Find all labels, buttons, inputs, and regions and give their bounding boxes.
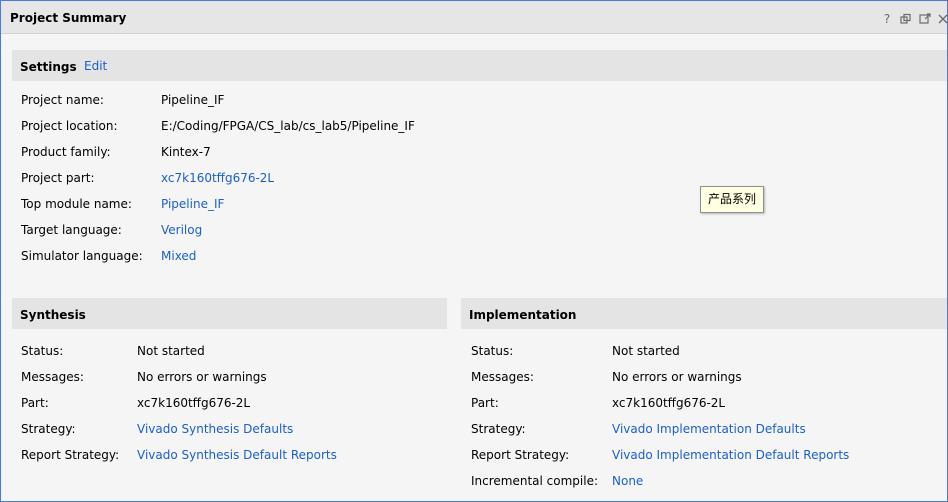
- settings-heading: Settings: [20, 60, 77, 74]
- settings-row-value: Kintex-7: [161, 145, 211, 159]
- synthesis-row-label: Strategy:: [21, 422, 76, 436]
- settings-row-label: Project location:: [21, 119, 118, 133]
- synthesis-heading: Synthesis: [20, 308, 86, 322]
- settings-row-value-link[interactable]: Verilog: [161, 223, 202, 237]
- synthesis-header: Synthesis: [12, 298, 447, 329]
- synthesis-row-value-link[interactable]: Vivado Synthesis Default Reports: [137, 448, 337, 462]
- implementation-row-value-link[interactable]: Vivado Implementation Default Reports: [612, 448, 849, 462]
- synthesis-row-label: Messages:: [21, 370, 84, 384]
- implementation-row-value-link[interactable]: None: [612, 474, 643, 488]
- synthesis-row-label: Report Strategy:: [21, 448, 120, 462]
- settings-row-label: Project name:: [21, 93, 104, 107]
- settings-row-value-link[interactable]: Pipeline_IF: [161, 197, 224, 211]
- settings-row-value: Pipeline_IF: [161, 93, 225, 107]
- settings-row-value-link[interactable]: Mixed: [161, 249, 196, 263]
- settings-row-value-link[interactable]: xc7k160tffg676-2L: [161, 171, 274, 185]
- window-title: Project Summary: [10, 11, 127, 25]
- synthesis-row-value: No errors or warnings: [137, 370, 267, 384]
- window-titlebar: Project Summary ?: [1, 1, 947, 34]
- float-icon[interactable]: [919, 13, 931, 25]
- synthesis-row-label: Status:: [21, 344, 64, 358]
- implementation-row-label: Strategy:: [471, 422, 526, 436]
- help-icon[interactable]: ?: [881, 13, 893, 25]
- implementation-row-value: xc7k160tffg676-2L: [612, 396, 726, 410]
- close-icon[interactable]: [937, 13, 947, 25]
- implementation-row-label: Incremental compile:: [471, 474, 599, 488]
- implementation-row-label: Report Strategy:: [471, 448, 570, 462]
- settings-row-label: Target language:: [21, 223, 122, 237]
- implementation-row-label: Part:: [471, 396, 499, 410]
- settings-header: Settings Edit: [12, 50, 947, 81]
- implementation-row-label: Messages:: [471, 370, 534, 384]
- project-summary-window: Project Summary ? Settings Edit Project …: [0, 0, 948, 502]
- settings-row-value: E:/Coding/FPGA/CS_lab/cs_lab5/Pipeline_I…: [161, 119, 415, 133]
- implementation-row-value: No errors or warnings: [612, 370, 742, 384]
- implementation-row-label: Status:: [471, 344, 514, 358]
- settings-row-label: Simulator language:: [21, 249, 143, 263]
- tooltip: 产品系列: [700, 186, 764, 213]
- implementation-heading: Implementation: [469, 308, 577, 322]
- synthesis-row-value: Not started: [137, 344, 205, 358]
- settings-row-label: Project part:: [21, 171, 95, 185]
- synthesis-row-value-link[interactable]: Vivado Synthesis Defaults: [137, 422, 293, 436]
- implementation-row-value: Not started: [612, 344, 680, 358]
- restore-icon[interactable]: [900, 13, 912, 25]
- synthesis-row-label: Part:: [21, 396, 49, 410]
- edit-settings-link[interactable]: Edit: [84, 59, 107, 73]
- settings-row-label: Product family:: [21, 145, 111, 159]
- implementation-header: Implementation: [461, 298, 947, 329]
- synthesis-row-value: xc7k160tffg676-2L: [137, 396, 251, 410]
- implementation-row-value-link[interactable]: Vivado Implementation Defaults: [612, 422, 806, 436]
- settings-row-label: Top module name:: [21, 197, 132, 211]
